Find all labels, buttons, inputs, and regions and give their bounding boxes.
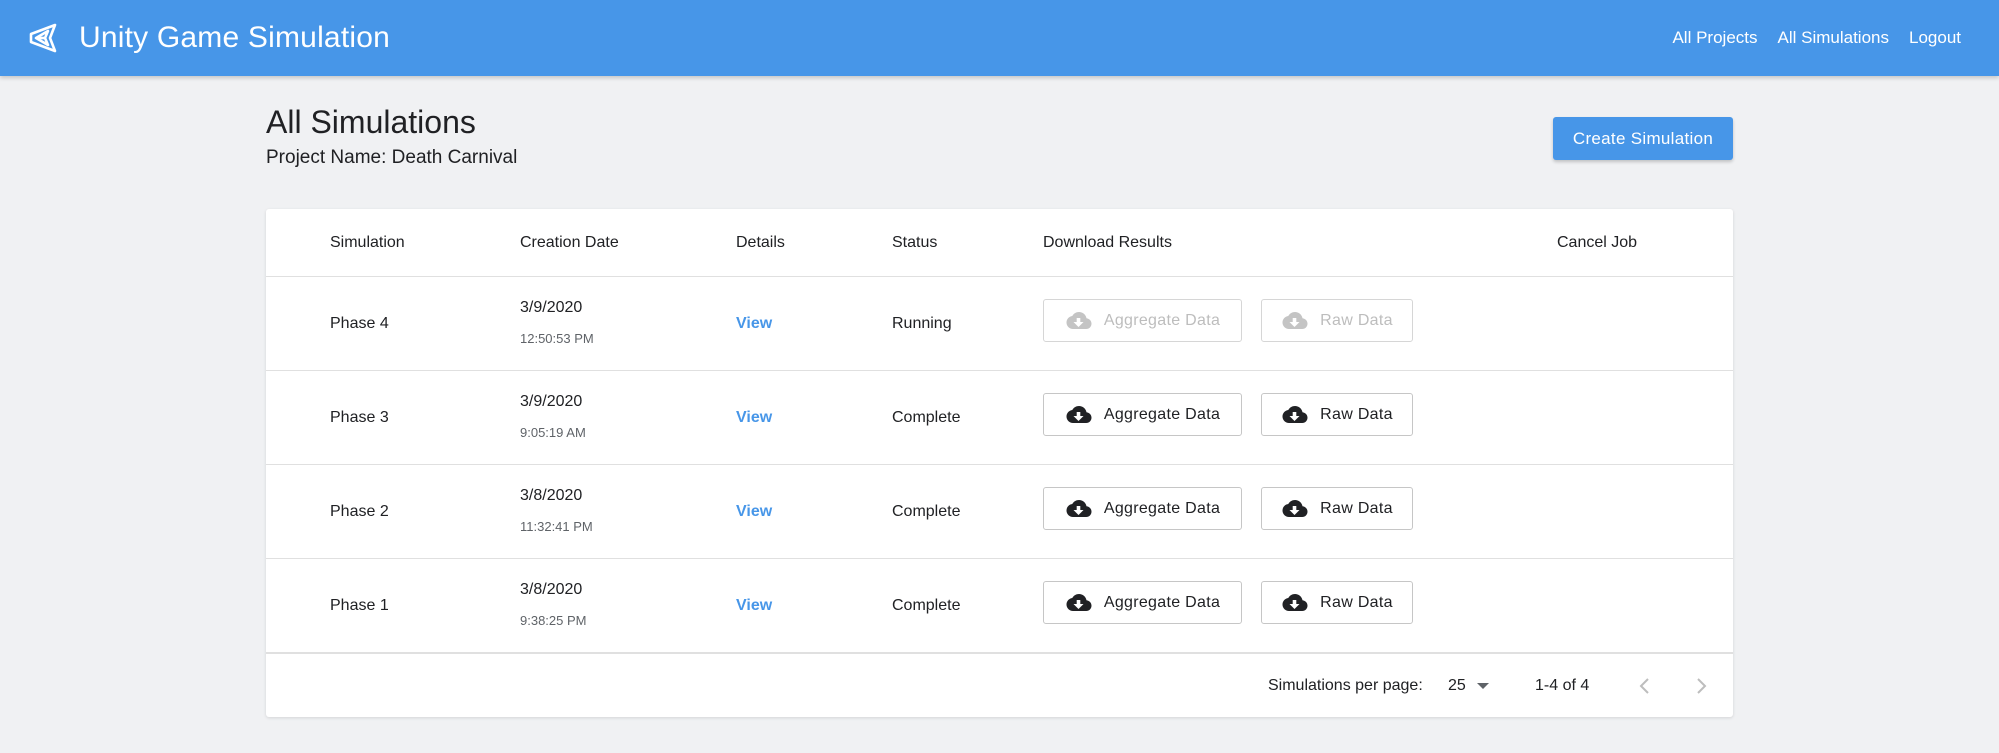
download-raw-button[interactable]: Raw Data [1261, 487, 1413, 530]
table-row: Phase 3 3/9/2020 9:05:19 AM View Complete Agg… [266, 371, 1733, 465]
simulation-name: Phase 3 [330, 409, 389, 426]
table-header: Simulation Creation Date Details Status … [266, 209, 1733, 277]
per-page-select[interactable]: 25 [1448, 654, 1466, 718]
cloud-download-icon [1281, 592, 1320, 614]
chevron-right-icon[interactable] [1689, 674, 1713, 698]
creation-date: 3/9/2020 [520, 393, 583, 410]
column-header-creation-date: Creation Date [520, 234, 619, 251]
download-aggregate-button[interactable]: Aggregate Data [1043, 393, 1242, 436]
nav-logout[interactable]: Logout [1909, 28, 1961, 48]
creation-time: 9:38:25 PM [520, 613, 587, 628]
column-header-details: Details [736, 234, 785, 251]
app-bar: Unity Game Simulation All Projects All S… [0, 0, 1999, 76]
view-details-link[interactable]: View [736, 465, 772, 559]
view-details-link[interactable]: View [736, 559, 772, 653]
per-page-label: Simulations per page: [1268, 677, 1423, 694]
creation-time: 12:50:53 PM [520, 331, 594, 346]
creation-time: 9:05:19 AM [520, 425, 586, 440]
button-label: Raw Data [1320, 405, 1393, 423]
button-label: Raw Data [1320, 593, 1393, 611]
status-text: Complete [892, 597, 961, 614]
creation-date: 3/8/2020 [520, 581, 583, 598]
status-text: Complete [892, 503, 961, 520]
download-raw-button[interactable]: Raw Data [1261, 393, 1413, 436]
page-title: All Simulations [266, 104, 476, 140]
nav-all-projects[interactable]: All Projects [1672, 28, 1757, 48]
caret-down-icon[interactable] [1477, 683, 1489, 689]
table-row: Phase 2 3/8/2020 11:32:41 PM View Complete Ag… [266, 465, 1733, 559]
column-header-cancel-job: Cancel Job [1557, 234, 1638, 251]
nav-all-simulations[interactable]: All Simulations [1778, 28, 1890, 48]
table-row: Phase 4 3/9/2020 12:50:53 PM View Running Agg… [266, 277, 1733, 371]
column-header-status: Status [892, 234, 938, 251]
cloud-download-icon [1281, 310, 1320, 332]
creation-date: 3/9/2020 [520, 299, 583, 316]
cloud-download-icon [1065, 498, 1104, 520]
app-title: Unity Game Simulation [79, 21, 390, 54]
view-details-link[interactable]: View [736, 277, 772, 371]
button-label: Raw Data [1320, 499, 1393, 517]
project-name: Project Name: Death Carnival [266, 147, 518, 168]
chevron-left-icon[interactable] [1633, 674, 1657, 698]
cloud-download-icon [1065, 310, 1104, 332]
download-aggregate-button[interactable]: Aggregate Data [1043, 487, 1242, 530]
simulation-name: Phase 4 [330, 315, 389, 332]
table-row: Phase 1 3/8/2020 9:38:25 PM View Complete Agg… [266, 559, 1733, 653]
download-aggregate-button: Aggregate Data [1043, 299, 1242, 342]
status-text: Running [892, 315, 952, 332]
column-header-download-results: Download Results [1043, 234, 1172, 251]
button-label: Aggregate Data [1103, 405, 1221, 423]
creation-date: 3/8/2020 [520, 487, 583, 504]
button-label: Raw Data [1320, 311, 1393, 329]
cloud-download-icon [1065, 592, 1104, 614]
cloud-download-icon [1281, 404, 1320, 426]
unity-logo-icon [29, 23, 57, 53]
simulation-name: Phase 1 [330, 597, 389, 614]
cloud-download-icon [1065, 404, 1104, 426]
view-details-link[interactable]: View [736, 371, 772, 465]
simulations-table: Simulation Creation Date Details Status … [266, 209, 1733, 717]
brand[interactable]: Unity Game Simulation [27, 21, 390, 55]
column-header-simulation: Simulation [330, 234, 405, 251]
download-aggregate-button[interactable]: Aggregate Data [1043, 581, 1242, 624]
download-raw-button[interactable]: Raw Data [1261, 581, 1413, 624]
status-text: Complete [892, 409, 961, 426]
button-label: Aggregate Data [1103, 311, 1221, 329]
pagination: Simulations per page: 25 1-4 of 4 [266, 653, 1733, 717]
download-raw-button: Raw Data [1261, 299, 1413, 342]
page-header: All Simulations Project Name: Death Carn… [266, 104, 517, 169]
simulation-name: Phase 2 [330, 503, 389, 520]
button-label: Aggregate Data [1103, 593, 1221, 611]
cloud-download-icon [1281, 498, 1320, 520]
creation-time: 11:32:41 PM [520, 519, 593, 534]
create-simulation-button[interactable]: Create Simulation [1553, 117, 1733, 160]
page-range: 1-4 of 4 [1535, 677, 1590, 694]
button-label: Aggregate Data [1103, 499, 1221, 517]
top-nav: All Projects All Simulations Logout [1652, 0, 1961, 76]
